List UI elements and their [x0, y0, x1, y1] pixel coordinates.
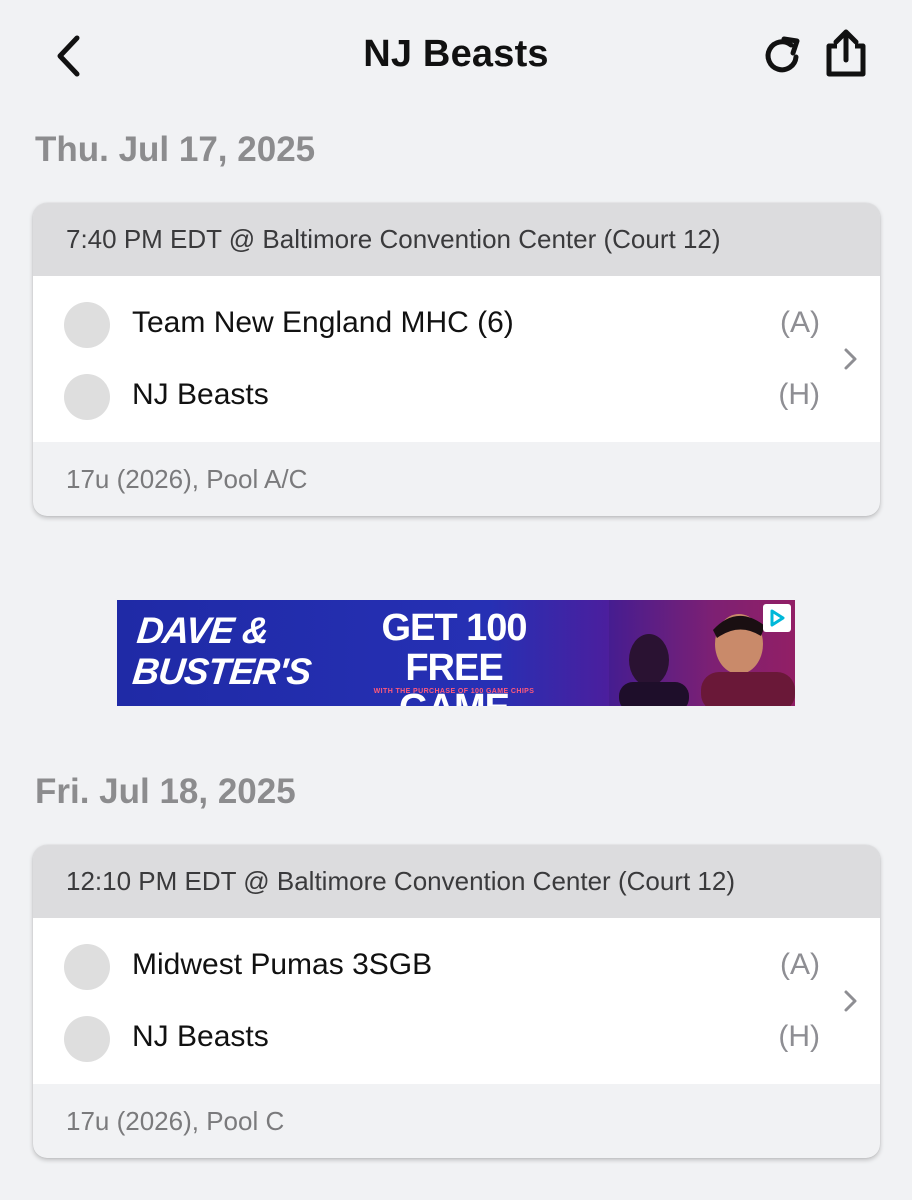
team-row-home: NJ Beasts (H): [33, 361, 880, 433]
refresh-button[interactable]: [756, 30, 808, 82]
team-row-away: Team New England MHC (6) (A): [33, 289, 880, 361]
team-logo: [64, 944, 110, 990]
play-icon: [770, 609, 785, 627]
team-name: Midwest Pumas 3SGB: [132, 948, 433, 981]
team-name: NJ Beasts: [132, 1020, 269, 1053]
ad-brand-line: DAVE &: [135, 610, 271, 651]
ad-fine-print: WITH THE PURCHASE OF 100 GAME CHIPS: [373, 688, 535, 695]
ad-banner[interactable]: DAVE & BUSTER'S GET 100 FREE GAME CHIPS …: [117, 600, 795, 706]
team-side: (A): [780, 306, 820, 339]
team-row-away: Midwest Pumas 3SGB (A): [33, 931, 880, 1003]
share-button[interactable]: [818, 26, 874, 82]
game-division: 17u (2026), Pool C: [66, 1105, 285, 1136]
game-card[interactable]: 7:40 PM EDT @ Baltimore Convention Cente…: [33, 203, 880, 516]
ad-brand-line: BUSTER'S: [130, 651, 313, 692]
game-time-location: 12:10 PM EDT @ Baltimore Convention Cent…: [33, 845, 880, 918]
team-side: (H): [778, 378, 820, 411]
ad-headline-line: GET 100 FREE: [381, 607, 527, 689]
team-logo: [64, 1016, 110, 1062]
game-teams: Midwest Pumas 3SGB (A) NJ Beasts (H): [33, 918, 880, 1084]
game-division: 17u (2026), Pool A/C: [66, 463, 308, 494]
top-bar: NJ Beasts: [0, 0, 912, 112]
team-name: NJ Beasts: [132, 378, 269, 411]
chevron-right-icon: [844, 348, 857, 370]
refresh-icon: [765, 36, 800, 73]
chevron-right-icon: [844, 990, 857, 1012]
ad-choices-icon[interactable]: [763, 604, 791, 632]
ad-brand-logo: DAVE & BUSTER'S: [130, 610, 313, 692]
date-heading: Fri. Jul 18, 2025: [35, 772, 296, 811]
date-heading: Thu. Jul 17, 2025: [35, 130, 316, 169]
share-icon: [826, 29, 866, 77]
team-row-home: NJ Beasts (H): [33, 1003, 880, 1075]
team-side: (H): [778, 1020, 820, 1053]
game-card[interactable]: 12:10 PM EDT @ Baltimore Convention Cent…: [33, 845, 880, 1158]
team-name: Team New England MHC (6): [132, 306, 514, 339]
team-logo: [64, 302, 110, 348]
team-logo: [64, 374, 110, 420]
game-teams: Team New England MHC (6) (A) NJ Beasts (…: [33, 276, 880, 442]
team-side: (A): [780, 948, 820, 981]
game-time-location: 7:40 PM EDT @ Baltimore Convention Cente…: [33, 203, 880, 276]
